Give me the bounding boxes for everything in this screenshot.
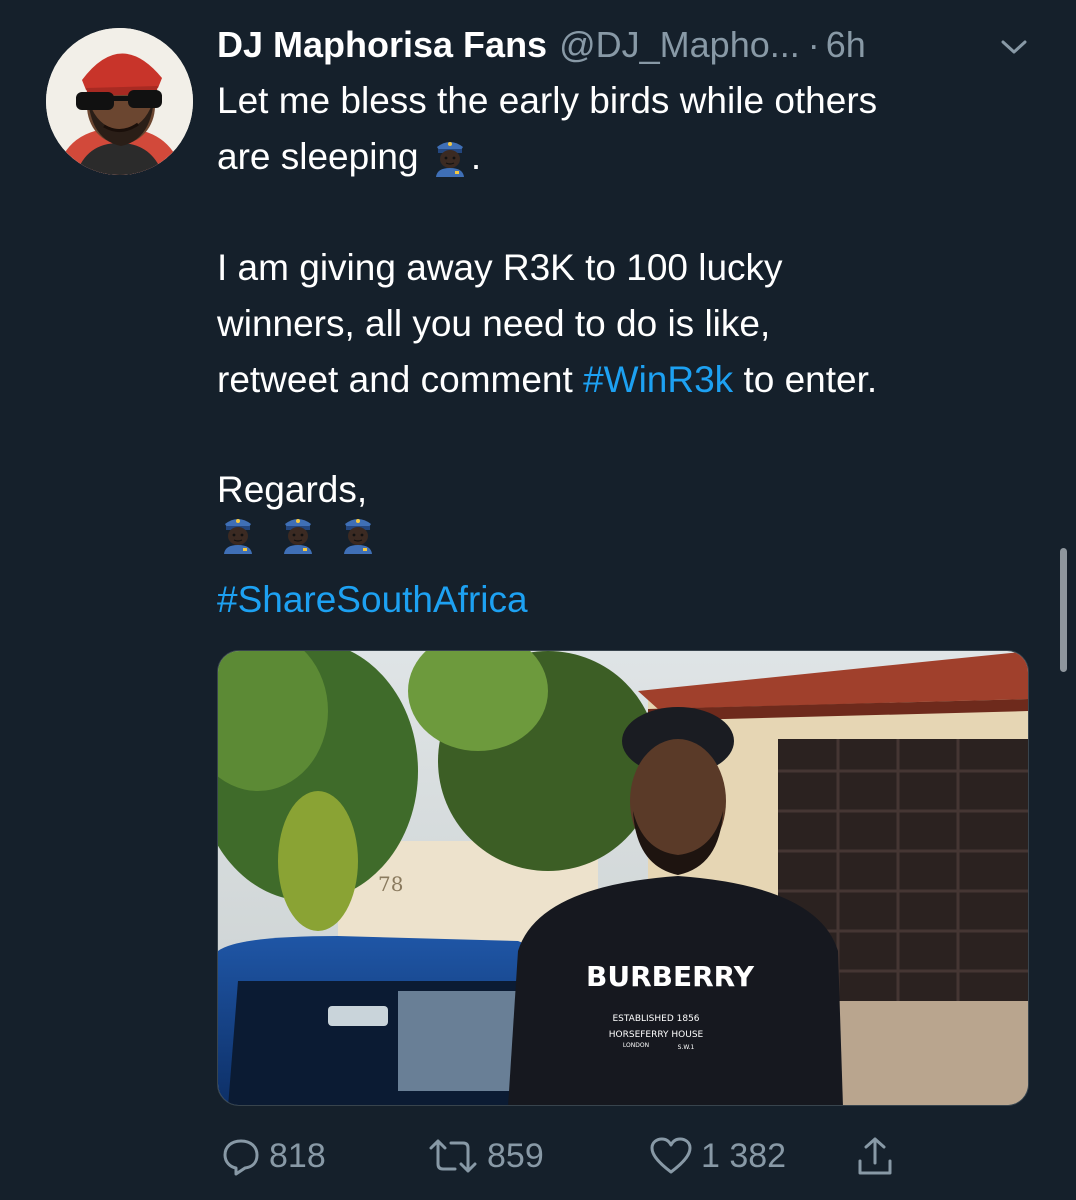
hashtag-winr3k[interactable]: #WinR3k: [583, 359, 733, 400]
like-button[interactable]: 1 382: [649, 1130, 786, 1182]
like-icon: [650, 1137, 692, 1174]
police-officer-emoji-icon: [429, 135, 471, 177]
avatar[interactable]: [46, 28, 193, 175]
tweet-text-segment: retweet and comment: [217, 359, 573, 400]
tweet-text-line: Regards,: [217, 462, 1037, 518]
sweater-text: HORSEFERRY HOUSE: [609, 1030, 704, 1040]
sweater-text: LONDON: [623, 1042, 649, 1049]
sweater-text: S.W.1: [678, 1044, 695, 1051]
user-handle[interactable]: @DJ_Mapho...: [559, 24, 800, 66]
tweet-text-segment: winners, all you need to do is like,: [217, 303, 771, 344]
avatar-illustration: [46, 28, 193, 175]
share-button[interactable]: [857, 1130, 893, 1182]
tweet-text-segment: Regards,: [217, 469, 368, 510]
reply-icon: [223, 1139, 259, 1176]
police-officer-emoji-icon: [277, 512, 319, 554]
tweet-text-line: retweet and comment #WinR3k to enter.: [217, 352, 1037, 408]
retweet-count: 859: [487, 1136, 544, 1175]
retweet-icon: [429, 1139, 477, 1173]
tweet-text-line: Let me bless the early birds while other…: [217, 73, 1037, 129]
sweater-brand: BURBERRY: [586, 960, 755, 993]
emoji-row: [217, 512, 379, 554]
tweet-text-segment: to enter.: [743, 359, 878, 400]
like-count: 1 382: [701, 1136, 787, 1175]
retweet-button[interactable]: 859: [427, 1130, 544, 1182]
tweet-media-photo[interactable]: 78 BURBERRY ESTABLISHED 1856 HORSEFERRY …: [217, 650, 1029, 1106]
house-number: 78: [378, 872, 403, 896]
police-officer-emoji-icon: [337, 512, 379, 554]
reply-count: 818: [269, 1136, 326, 1175]
tweet-text-segment: Let me bless the early birds while other…: [217, 80, 878, 121]
police-officer-emoji-icon: [217, 512, 259, 554]
share-icon: [858, 1137, 892, 1175]
timestamp[interactable]: 6h: [826, 24, 866, 66]
hashtag-sharesouthafrica[interactable]: #ShareSouthAfrica: [217, 579, 528, 620]
tweet-actions: 818 859 1 382: [217, 1130, 1029, 1182]
photo-illustration: 78 BURBERRY ESTABLISHED 1856 HORSEFERRY …: [218, 651, 1028, 1105]
tweet-text-segment: I am giving away R3K to 100 lucky: [217, 247, 783, 288]
tweet-header: DJ Maphorisa Fans @DJ_Mapho... · 6h: [217, 22, 866, 68]
tweet-text-line: are sleeping .: [217, 129, 1037, 185]
tweet-text-line: winners, all you need to do is like,: [217, 296, 1037, 352]
tweet-text-line: I am giving away R3K to 100 lucky: [217, 240, 1037, 296]
scrollbar-thumb[interactable]: [1060, 548, 1067, 672]
reply-button[interactable]: 818: [221, 1130, 326, 1182]
display-name[interactable]: DJ Maphorisa Fans: [217, 24, 547, 66]
tweet-text-segment: .: [470, 136, 482, 177]
chevron-down-icon[interactable]: [999, 38, 1029, 56]
sweater-text: ESTABLISHED 1856: [612, 1014, 699, 1024]
tweet[interactable]: DJ Maphorisa Fans @DJ_Mapho... · 6h Let …: [0, 0, 1076, 1200]
tweet-text-segment: are sleeping: [217, 136, 419, 177]
tweet-text-line: #ShareSouthAfrica: [217, 572, 1037, 628]
separator-dot: ·: [807, 24, 820, 65]
